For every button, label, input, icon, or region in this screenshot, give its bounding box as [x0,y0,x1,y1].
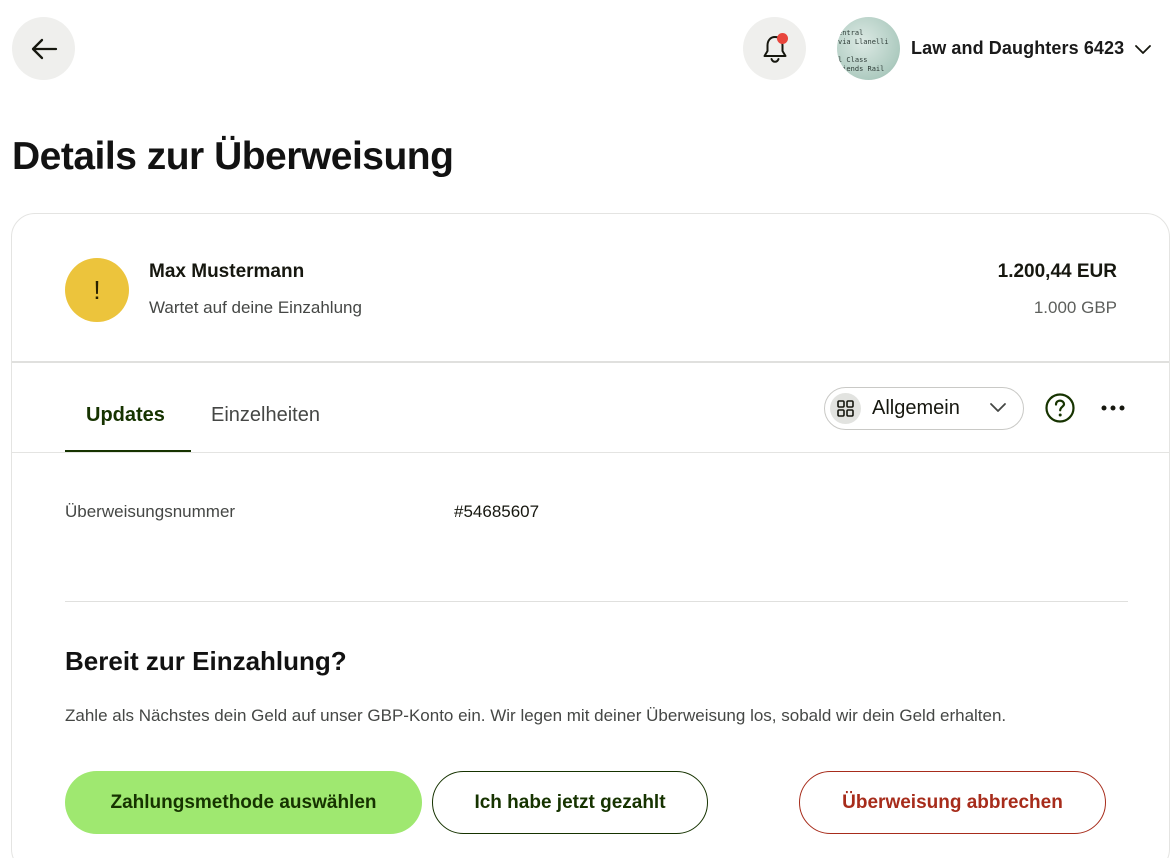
chevron-down-icon [990,403,1006,412]
section-title: Bereit zur Einzahlung? [65,646,347,676]
amount-primary: 1.200,44 EUR [997,261,1117,282]
grid-icon [830,393,861,424]
avatar-text-line: ciends Rail [838,65,885,73]
dropdown-label: Allgemein [872,397,960,419]
account-switcher[interactable]: entral via Llanelli l Class ciends Rail … [837,17,1152,80]
category-dropdown[interactable]: Allgemein [824,387,1024,430]
account-name: Law and Daughters 6423 [911,38,1125,58]
amount-secondary: 1.000 GBP [1033,298,1117,317]
status-glyph: ! [93,274,101,305]
divider [65,601,1128,602]
tab-details[interactable]: Einzelheiten [211,404,320,427]
select-payment-method-button[interactable]: Zahlungsmethode auswählen [65,771,422,834]
avatar-text-line: entral [838,29,864,37]
avatar: entral via Llanelli l Class ciends Rail [837,17,900,80]
notification-badge [777,33,788,44]
transfer-card: ! Max Mustermann Wartet auf deine Einzah… [11,213,1170,858]
divider [12,452,1169,453]
more-options-icon[interactable] [1100,399,1126,417]
avatar-text-line: via Llanelli [838,38,889,46]
arrow-left-icon [31,38,57,59]
help-icon[interactable] [1044,392,1076,424]
transfer-status: Wartet auf deine Einzahlung [149,298,362,317]
pending-status-icon: ! [65,258,129,322]
tab-updates[interactable]: Updates [86,404,165,427]
notifications-button[interactable] [743,17,806,80]
transfer-number-value: #54685607 [454,502,540,521]
divider [12,361,1169,363]
i-have-paid-button[interactable]: Ich habe jetzt gezahlt [432,771,708,834]
avatar-text-line: l Class [838,56,868,64]
chevron-down-icon [1135,44,1152,54]
section-description: Zahle als Nächstes dein Geld auf unser G… [65,706,1007,725]
recipient-name: Max Mustermann [149,261,305,282]
transfer-number-label: Überweisungsnummer [65,502,236,521]
cancel-transfer-button[interactable]: Überweisung abbrechen [799,771,1106,834]
back-button[interactable] [12,17,75,80]
page-title: Details zur Überweisung [12,135,454,178]
